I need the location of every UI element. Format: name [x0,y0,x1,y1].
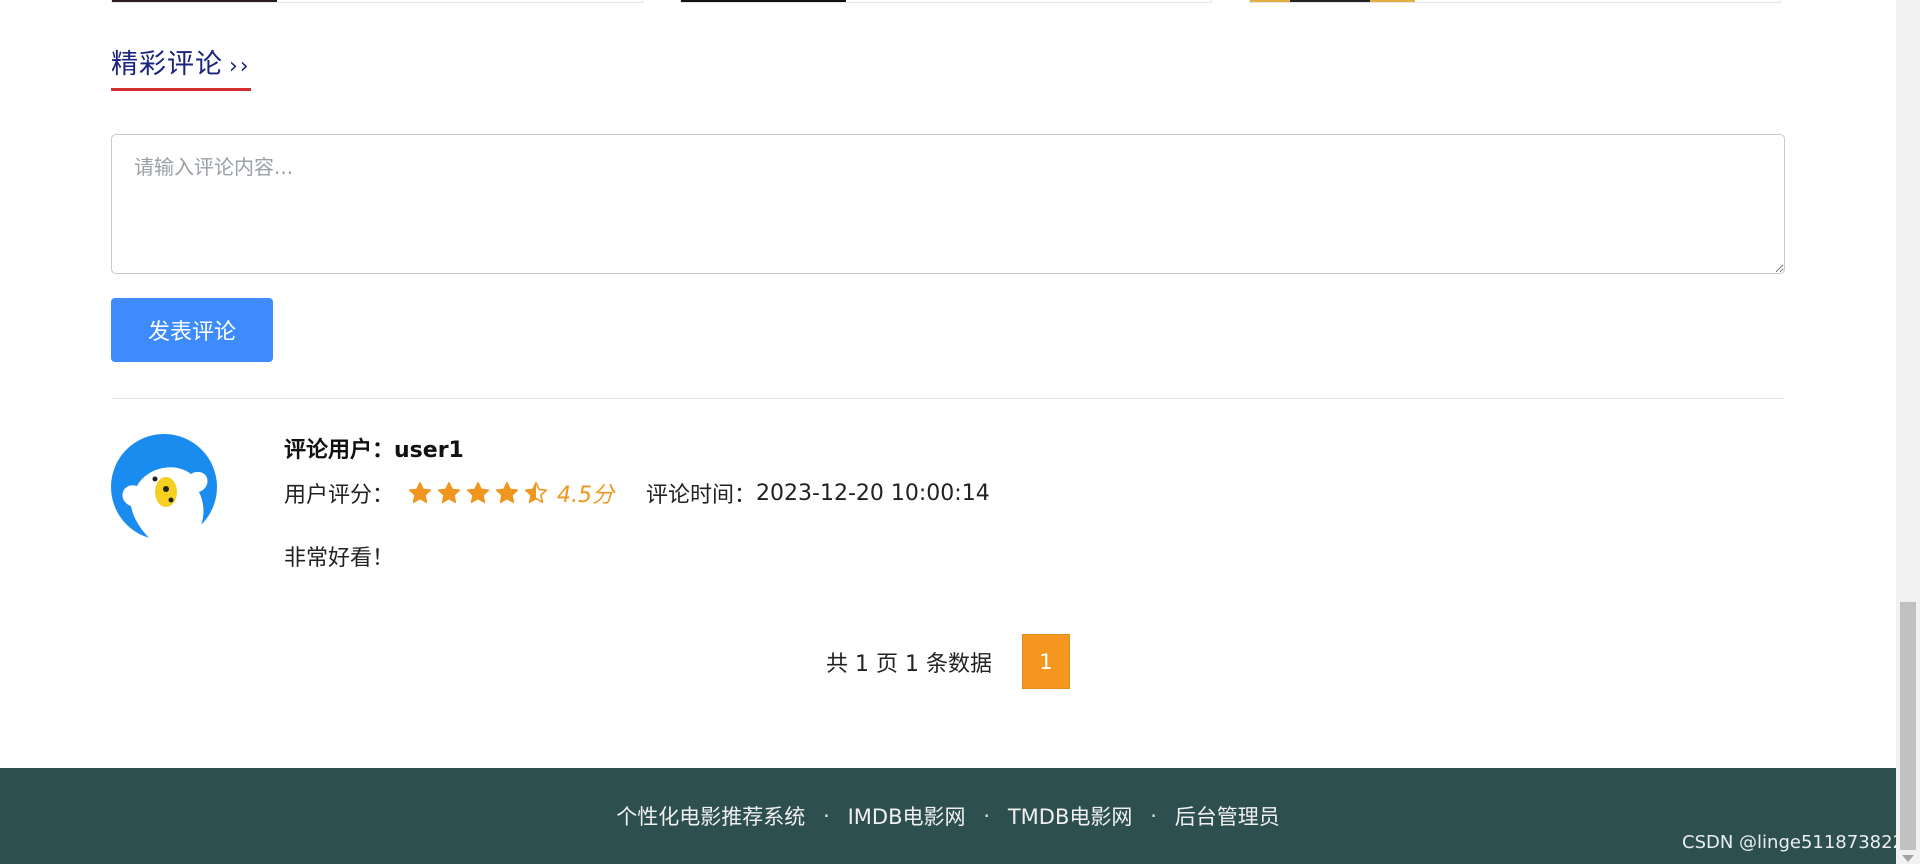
comment-time: 2023-12-20 10:00:14 [756,480,990,506]
pagination-info: 共 1 页 1 条数据 [826,651,992,677]
star-full-icon [408,482,432,503]
movie-card[interactable] [680,0,1212,3]
footer: 个性化电影推荐系统 · IMDB电影网 · TMDB电影网 · 后台管理员 [0,768,1896,864]
star-rating [408,481,553,505]
pagination: 共 1 页 1 条数据 1 [826,634,1070,689]
star-half-icon [524,482,548,503]
submit-comment-button[interactable]: 发表评论 [111,298,273,362]
footer-link-tmdb[interactable]: TMDB电影网 [1008,801,1133,831]
comment-content: 非常好看！ [284,546,395,571]
comment-user-name: user1 [394,438,464,463]
movie-card-strip [111,0,1785,4]
footer-separator: · [1150,804,1157,828]
movie-card[interactable] [1249,0,1781,3]
footer-link-admin[interactable]: 后台管理员 [1175,801,1280,831]
comment-input[interactable] [111,134,1785,274]
watermark: CSDN @linge511873822 [1682,832,1896,853]
movie-poster[interactable] [1250,0,1415,2]
section-title-text: 精彩评论 [111,49,223,80]
movie-poster[interactable] [112,0,277,2]
footer-separator: · [983,804,990,828]
scrollbar[interactable] [1896,0,1920,864]
footer-separator: · [823,804,830,828]
section-title: 精彩评论 ›› [111,48,251,91]
movie-card[interactable] [111,0,643,3]
double-chevron-icon: ›› [229,54,251,79]
page: 精彩评论›› 发表评论 评论用户：user1 用户评分： 4.5分 评论时间： … [0,0,1896,864]
footer-link-imdb[interactable]: IMDB电影网 [848,801,966,831]
divider [111,398,1785,399]
scroll-down-arrow-icon[interactable] [1902,855,1914,862]
comment-user-label: 评论用户： [284,438,395,463]
movie-poster[interactable] [681,0,846,2]
scrollbar-thumb[interactable] [1900,602,1916,850]
rating-score: 4.5分 [557,483,615,508]
star-full-icon [466,482,490,503]
star-full-icon [437,482,461,503]
page-number-current[interactable]: 1 [1021,634,1070,689]
comment-meta: 用户评分： 4.5分 评论时间： 2023-12-20 10:00:14 [284,477,990,509]
star-full-icon [495,482,519,503]
rating-label: 用户评分： [284,483,395,508]
user-avatar [111,434,217,540]
comment-user: 评论用户：user1 [284,432,464,464]
footer-link-home[interactable]: 个性化电影推荐系统 [616,801,805,831]
comment-time-label: 评论时间： [646,483,757,508]
